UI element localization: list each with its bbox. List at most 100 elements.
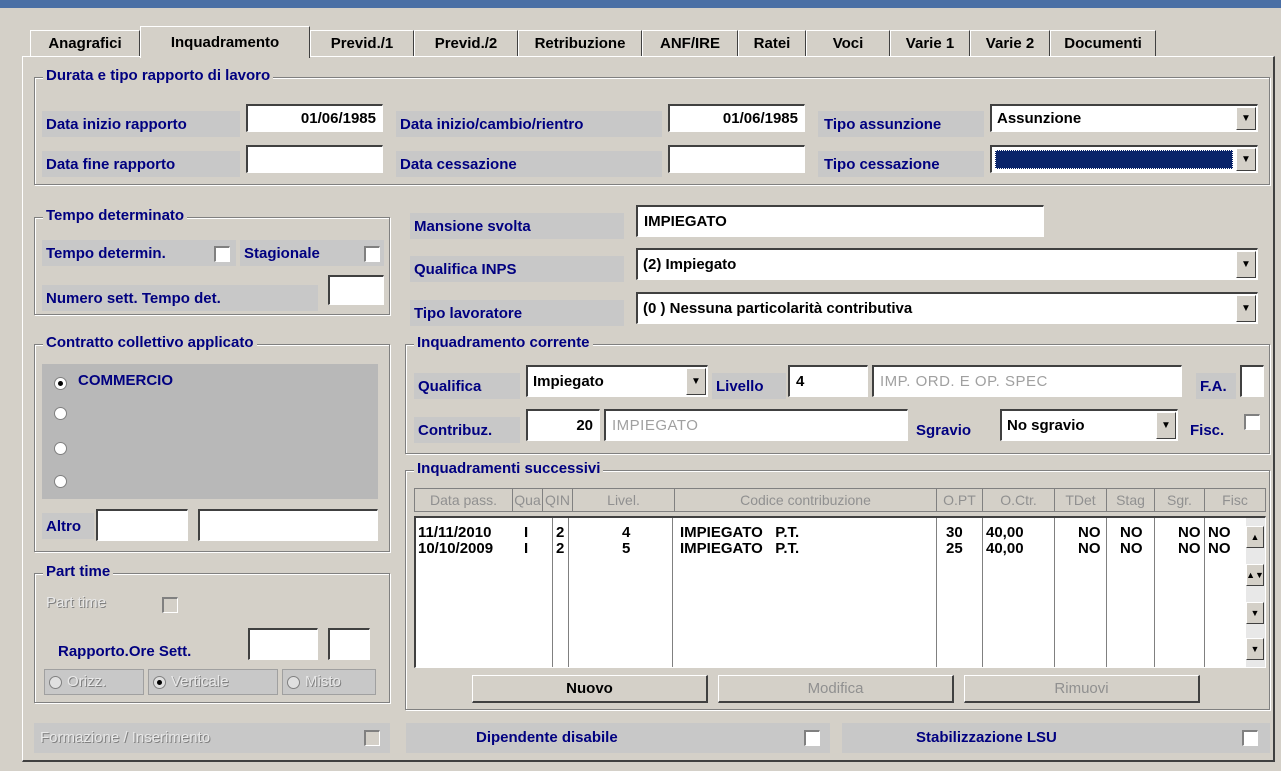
modifica-button[interactable]: Modifica [718, 675, 954, 703]
disabile-checkbox[interactable] [804, 730, 820, 746]
contratto-radio-3[interactable] [54, 442, 67, 455]
chevron-down-icon[interactable]: ▼ [686, 368, 706, 395]
chevron-down-icon[interactable]: ▼ [1156, 412, 1176, 439]
numero-sett-field[interactable] [328, 275, 384, 305]
qualifica-value: Impiegato [533, 373, 604, 390]
stagionale-label: Stagionale [240, 240, 384, 266]
mansione-field[interactable]: IMPIEGATO [636, 205, 1044, 237]
fisc-label: Fisc. [1190, 421, 1225, 439]
cell-livel: 5 [622, 540, 631, 557]
tempo-determin-checkbox[interactable] [214, 246, 230, 262]
lsu-row: Stabilizzazione LSU [842, 723, 1270, 753]
contratto-title: Contratto collettivo applicato [43, 334, 257, 351]
altro-field-2[interactable] [198, 509, 378, 541]
chevron-down-icon[interactable]: ▼ [1236, 148, 1256, 171]
data-inizio-field[interactable]: 01/06/1985 [246, 104, 383, 132]
tipo-lavoratore-label: Tipo lavoratore [410, 300, 624, 326]
verticale-radio[interactable] [153, 676, 166, 689]
altro-field-1[interactable] [96, 509, 188, 541]
tab-previd-1[interactable]: Previd./1 [310, 30, 414, 56]
fa-field[interactable] [1240, 365, 1264, 397]
stagionale-checkbox[interactable] [364, 246, 380, 262]
fa-label: F.A. [1196, 373, 1236, 399]
data-fine-field[interactable] [246, 145, 383, 173]
tab-anf-ire[interactable]: ANF/IRE [642, 30, 738, 56]
tipo-assunzione-label: Tipo assunzione [818, 111, 984, 137]
tipo-lavoratore-select[interactable]: (0 ) Nessuna particolarità contributiva … [636, 292, 1258, 324]
col-opt[interactable]: O.PT [937, 489, 983, 511]
table-row[interactable]: 10/10/2009 I 2 5 IMPIEGATO P.T. 25 40,00… [416, 540, 1246, 558]
tab-varie-2[interactable]: Varie 2 [970, 30, 1050, 56]
contratto-radio-1[interactable] [54, 377, 67, 390]
scroll-top-icon[interactable]: ▲ [1246, 526, 1264, 548]
scroll-page-up-icon[interactable]: ▲▼ [1246, 564, 1264, 586]
chevron-down-icon[interactable]: ▼ [1236, 107, 1256, 130]
nuovo-button[interactable]: Nuovo [472, 675, 708, 703]
scroll-bottom-icon[interactable]: ▼ [1246, 638, 1264, 660]
tipo-assunzione-value: Assunzione [997, 110, 1082, 127]
misto-radio[interactable] [287, 676, 300, 689]
col-qua[interactable]: Qua [513, 489, 543, 511]
tab-anagrafici[interactable]: Anagrafici [30, 30, 140, 56]
contribuz-description: IMPIEGATO [604, 409, 908, 441]
col-tdet[interactable]: TDet [1055, 489, 1107, 511]
tipo-cessazione-label: Tipo cessazione [818, 151, 984, 177]
tipo-assunzione-select[interactable]: Assunzione ▼ [990, 104, 1258, 132]
rapporto-ore-field-1[interactable] [248, 628, 318, 660]
contribuz-label: Contribuz. [414, 417, 520, 443]
sgravio-select[interactable]: No sgravio ▼ [1000, 409, 1178, 441]
title-bar [0, 0, 1281, 8]
tab-documenti[interactable]: Documenti [1050, 30, 1156, 56]
tab-previd-2[interactable]: Previd./2 [414, 30, 518, 56]
tab-retribuzione[interactable]: Retribuzione [518, 30, 642, 56]
livello-field[interactable]: 4 [788, 365, 868, 397]
misto-option[interactable]: Misto [282, 669, 376, 695]
mansione-label: Mansione svolta [410, 213, 624, 239]
tab-inquadramento[interactable]: Inquadramento [140, 26, 310, 58]
window: Anagrafici Inquadramento Previd./1 Previ… [0, 0, 1281, 771]
chevron-down-icon[interactable]: ▼ [1236, 295, 1256, 322]
col-octr[interactable]: O.Ctr. [983, 489, 1055, 511]
data-cambio-label: Data inizio/cambio/rientro [396, 111, 662, 137]
verticale-option[interactable]: Verticale [148, 669, 278, 695]
qualifica-select[interactable]: Impiegato ▼ [526, 365, 708, 397]
part-time-title: Part time [43, 563, 114, 580]
col-data-pass[interactable]: Data pass. [415, 489, 513, 511]
durata-group-title: Durata e tipo rapporto di lavoro [43, 67, 274, 84]
tipo-cessazione-selection [995, 150, 1233, 169]
contratto-radio-4[interactable] [54, 475, 67, 488]
col-stag[interactable]: Stag [1107, 489, 1155, 511]
disabile-label: Dipendente disabile [476, 729, 618, 746]
orizz-option[interactable]: Orizz. [44, 669, 144, 695]
qualifica-inps-select[interactable]: (2) Impiegato ▼ [636, 248, 1258, 280]
tipo-cessazione-select[interactable]: ▼ [990, 145, 1258, 173]
tab-varie-1[interactable]: Varie 1 [890, 30, 970, 56]
lsu-checkbox[interactable] [1242, 730, 1258, 746]
chevron-down-icon[interactable]: ▼ [1236, 251, 1256, 278]
col-livel[interactable]: Livel. [573, 489, 675, 511]
col-codice-contribuzione[interactable]: Codice contribuzione [675, 489, 937, 511]
data-cessazione-field[interactable] [668, 145, 805, 173]
tab-ratei[interactable]: Ratei [738, 30, 806, 56]
part-time-checkbox[interactable] [162, 597, 178, 613]
tipo-lavoratore-value: (0 ) Nessuna particolarità contributiva [643, 300, 913, 317]
contribuz-field[interactable]: 20 [526, 409, 600, 441]
col-fisc[interactable]: Fisc [1205, 489, 1265, 511]
col-sgr[interactable]: Sgr. [1155, 489, 1205, 511]
tab-voci[interactable]: Voci [806, 30, 890, 56]
rimuovi-button[interactable]: Rimuovi [964, 675, 1200, 703]
rapporto-ore-field-2[interactable] [328, 628, 370, 660]
successivi-grid[interactable]: 11/11/2010 I 2 4 IMPIEGATO P.T. 30 40,00… [414, 516, 1266, 668]
vertical-scrollbar[interactable]: ▲ ▲▼ ▼ ▼ [1246, 518, 1265, 667]
formazione-checkbox[interactable] [364, 730, 380, 746]
scroll-page-down-icon[interactable]: ▼ [1246, 602, 1264, 624]
contratto-radio-2[interactable] [54, 407, 67, 420]
data-cambio-field[interactable]: 01/06/1985 [668, 104, 805, 132]
col-qin[interactable]: QIN [543, 489, 573, 511]
sgravio-value: No sgravio [1007, 417, 1085, 434]
orizz-radio[interactable] [49, 676, 62, 689]
fisc-checkbox[interactable] [1244, 414, 1260, 430]
cell-octr: 40,00 [986, 540, 1024, 557]
numero-sett-label: Numero sett. Tempo det. [42, 285, 318, 311]
formazione-label: Formazione / Inserimento [40, 729, 211, 746]
